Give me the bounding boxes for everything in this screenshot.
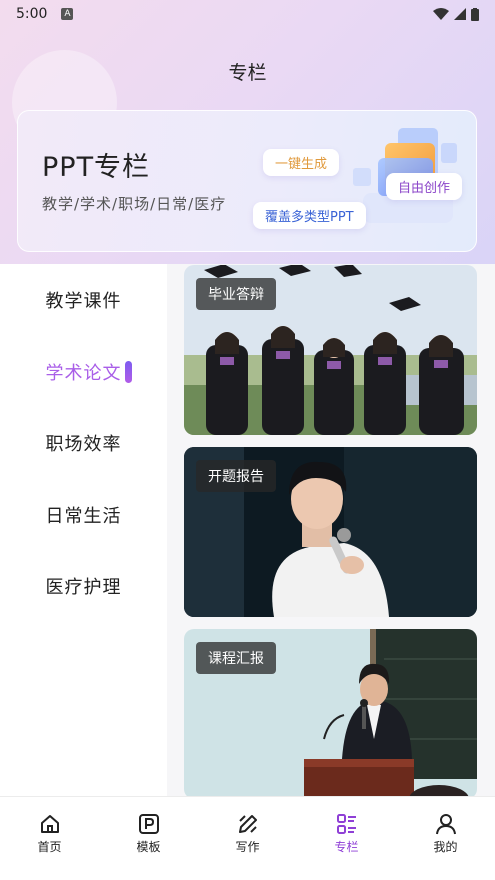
sidebar-item-daily-life[interactable]: 日常生活	[0, 490, 167, 540]
card-label: 开题报告	[196, 460, 276, 492]
notification-icon: A	[61, 8, 74, 20]
bottom-navigation: 首页 模板 写作 专栏 我的	[0, 796, 495, 880]
page-title: 专栏	[228, 62, 267, 84]
ppt-column-banner[interactable]: PPT专栏 教学/学术/职场/日常/医疗 一键生成 自由创作 覆盖多类型PPT	[17, 110, 477, 252]
nav-label: 写作	[235, 840, 260, 854]
template-card-graduation[interactable]: 毕业答辩	[184, 265, 477, 435]
nav-item-writing[interactable]: 写作	[198, 797, 297, 880]
template-list: 毕业答辩 开题报告 课程汇报	[167, 264, 495, 796]
nav-item-column[interactable]: 专栏	[297, 797, 396, 880]
signal-icon	[454, 8, 466, 20]
banner-title: PPT专栏	[42, 152, 151, 183]
template-card-course-report[interactable]: 课程汇报	[184, 629, 477, 796]
tag-one-click-generate: 一键生成	[263, 149, 340, 176]
sidebar-item-medical[interactable]: 医疗护理	[0, 561, 167, 611]
active-indicator	[125, 361, 132, 383]
status-time: 5:00	[16, 6, 48, 22]
nav-label: 我的	[433, 840, 458, 854]
sidebar-item-teaching[interactable]: 教学课件	[0, 275, 167, 325]
sidebar-item-label: 医疗护理	[45, 577, 122, 598]
sidebar-item-label: 日常生活	[45, 506, 122, 527]
sidebar-item-label: 教学课件	[45, 291, 122, 312]
nav-item-mine[interactable]: 我的	[396, 797, 495, 880]
template-card-proposal-report[interactable]: 开题报告	[184, 447, 477, 617]
sidebar-item-academic[interactable]: 学术论文	[0, 347, 167, 397]
user-icon	[435, 814, 456, 835]
sidebar-item-label: 学术论文	[45, 363, 122, 384]
wifi-icon	[433, 8, 449, 20]
template-icon	[138, 814, 159, 834]
column-list-icon	[336, 814, 356, 834]
nav-label: 专栏	[334, 840, 359, 854]
sidebar-item-label: 职场效率	[45, 434, 122, 455]
status-icons	[433, 7, 479, 21]
tag-multi-type-ppt: 覆盖多类型PPT	[253, 202, 366, 229]
battery-icon	[471, 7, 479, 21]
pencil-icon	[238, 815, 257, 833]
home-icon	[40, 815, 59, 833]
card-label: 课程汇报	[196, 642, 276, 674]
banner-subtitle: 教学/学术/职场/日常/医疗	[42, 195, 227, 213]
nav-item-templates[interactable]: 模板	[99, 797, 198, 880]
nav-item-home[interactable]: 首页	[0, 797, 99, 880]
card-label: 毕业答辩	[196, 278, 276, 310]
tag-free-create: 自由创作	[386, 173, 463, 200]
status-bar: 5:00 A	[0, 0, 495, 28]
sidebar-item-workplace[interactable]: 职场效率	[0, 418, 167, 468]
nav-label: 模板	[136, 840, 161, 854]
nav-label: 首页	[37, 840, 62, 854]
category-sidebar: 教学课件 学术论文 职场效率 日常生活 医疗护理	[0, 264, 167, 796]
